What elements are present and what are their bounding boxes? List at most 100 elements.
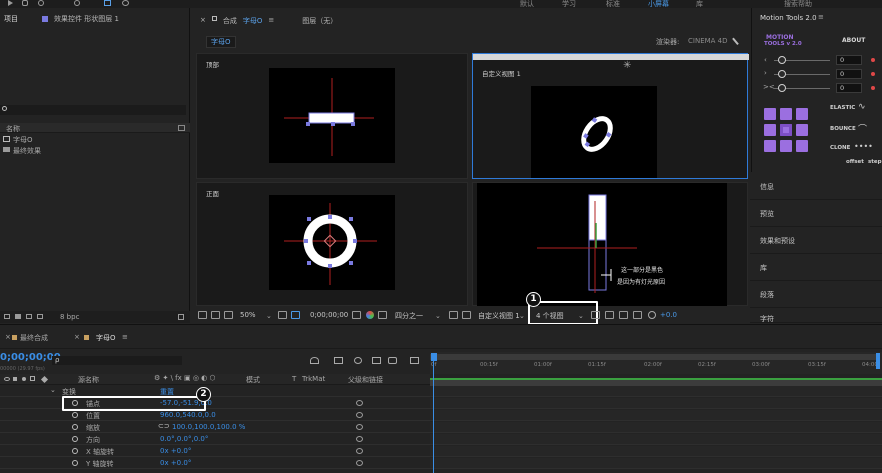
exposure-value[interactable]: +0.0 [660,311,677,319]
resolution-icon[interactable] [278,311,287,319]
timeline-search[interactable]: ρ [52,356,182,365]
pickwhip-icon[interactable] [356,400,363,406]
render-queue-icon[interactable] [410,357,419,364]
preview-panel-tab[interactable]: 预览 [750,200,882,227]
fit-icon[interactable] [291,311,300,319]
transparency-icon[interactable] [449,311,458,319]
anchor-bottom-right[interactable] [796,140,808,152]
pickwhip-icon[interactable] [356,412,363,418]
draft-3d-icon[interactable] [388,357,397,364]
viewport-top[interactable]: 顶部 [196,53,468,179]
bit-depth-label[interactable]: 8 bpc [60,313,79,321]
property-value[interactable]: 100.0,100.0,100.0 % [172,423,245,431]
new-composition-icon[interactable] [26,314,32,319]
layer-name-header[interactable]: 源名称 [78,375,99,385]
anchor-top-left[interactable] [764,108,776,120]
property-value[interactable]: 0x +0.0° [160,447,191,455]
ease-out-slider[interactable] [778,70,786,78]
eye-icon[interactable] [4,377,10,381]
rotate-tool-icon[interactable] [74,0,80,6]
anchor-bottom[interactable] [780,140,792,152]
stopwatch-icon[interactable] [72,448,78,454]
chevron-down-icon[interactable]: ⌄ [266,312,272,320]
extended-viewer-icon[interactable] [605,311,614,319]
parent-header[interactable]: 父级和链接 [348,375,383,385]
label-tag-icon[interactable] [40,375,49,384]
chevron-down-icon[interactable]: ⌄ [578,312,584,320]
list-item[interactable]: 字母O [0,134,190,144]
zoom-tool-icon[interactable] [38,0,44,6]
libraries-panel-tab[interactable]: 库 [750,254,882,281]
step-button[interactable]: step [868,159,882,165]
new-folder-icon[interactable] [15,314,21,319]
current-time-indicator[interactable] [431,353,437,361]
viewport-custom[interactable]: 自定义视图 1 ✳ [472,53,749,179]
work-area-bar[interactable] [430,354,876,360]
anchor-left[interactable] [764,124,776,136]
snapshot-icon[interactable] [352,311,361,319]
list-item[interactable]: 最终效果 [0,145,190,155]
pickwhip-icon[interactable] [356,448,363,454]
table-row[interactable]: 位置 960.0,540.0,0.0 [0,410,430,421]
project-search-bar[interactable] [0,105,186,115]
trash-icon[interactable] [178,314,184,320]
close-icon[interactable]: × [200,16,206,24]
pickwhip-icon[interactable] [356,436,363,442]
comp-name-tab[interactable]: 字母O [243,16,263,26]
ease-both-value[interactable]: 0 [836,83,862,93]
interpret-footage-icon[interactable] [4,314,10,319]
color-settings-icon[interactable] [37,314,43,319]
ease-both-slider[interactable] [778,84,786,92]
lock-icon[interactable] [30,376,35,381]
layer-viewer-tab[interactable]: 图层（无） [302,16,337,26]
effects-presets-panel-tab[interactable]: 效果和预设 [750,227,882,254]
comp-subtab[interactable]: 字母O [206,36,236,48]
ease-out-value[interactable]: 0 [836,69,862,79]
layout-select[interactable]: 4 个视图 [536,311,564,321]
ease-out-icon[interactable]: › [764,69,767,77]
chevron-down-icon[interactable]: ⌄ [50,386,56,394]
about-button[interactable]: ABOUT [842,37,865,44]
timeline-tab-active[interactable]: 字母O [96,333,116,343]
render-icon[interactable] [619,311,628,319]
mode-header[interactable]: 模式 [246,375,260,385]
table-row[interactable]: X 轴旋转 0x +0.0° [0,446,430,457]
table-row[interactable]: Y 轴旋转 0x +0.0° [0,458,430,469]
link-icon[interactable]: ⊂⊃ [158,422,170,430]
info-panel-tab[interactable]: 信息 [750,173,882,200]
pickwhip-icon[interactable] [356,424,363,430]
close-icon[interactable]: × [5,333,11,341]
character-panel-tab[interactable]: 字符 [750,308,882,323]
ease-both-icon[interactable]: >< [763,83,775,91]
anchor-right[interactable] [796,124,808,136]
timecode-display[interactable]: 0;00;00;00 [310,311,348,319]
table-row[interactable]: 缩放 ⊂⊃ 100.0,100.0,100.0 % [0,422,430,433]
clone-button[interactable]: CLONE [830,145,850,151]
table-row[interactable]: 方向 0.0°,0.0°,0.0° [0,434,430,445]
anchor-grid[interactable] [764,108,810,154]
menu-icon[interactable]: ≡ [122,333,128,341]
name-column-header[interactable]: 名称 [6,124,20,134]
t-header[interactable]: T [292,375,296,383]
audio-icon[interactable] [13,377,17,381]
resolution-select[interactable]: 四分之一 [395,311,423,321]
offset-button[interactable]: offset [846,159,864,165]
menu-icon[interactable]: ≡ [268,16,274,24]
close-icon[interactable]: × [74,333,80,341]
composition-tab[interactable]: 合成 [223,16,237,26]
anchor-bottom-left[interactable] [764,140,776,152]
pen-tool-icon[interactable] [122,0,129,6]
anchor-top[interactable] [780,108,792,120]
trkmat-header[interactable]: TrkMat [302,375,325,383]
graph-editor-icon[interactable] [372,357,381,364]
solo-icon[interactable] [22,377,26,381]
chevron-down-icon[interactable]: ⌄ [519,312,525,320]
stopwatch-icon[interactable] [72,436,78,442]
stopwatch-icon[interactable] [72,424,78,430]
flowchart-icon[interactable] [178,125,185,131]
region-icon[interactable] [224,311,233,319]
effects-controls-tab[interactable]: 效果控件 形状图层 1 [54,14,119,24]
color-channel-icon[interactable] [366,311,374,319]
wrench-icon[interactable] [732,35,742,45]
motion-blur-icon[interactable] [354,357,362,364]
